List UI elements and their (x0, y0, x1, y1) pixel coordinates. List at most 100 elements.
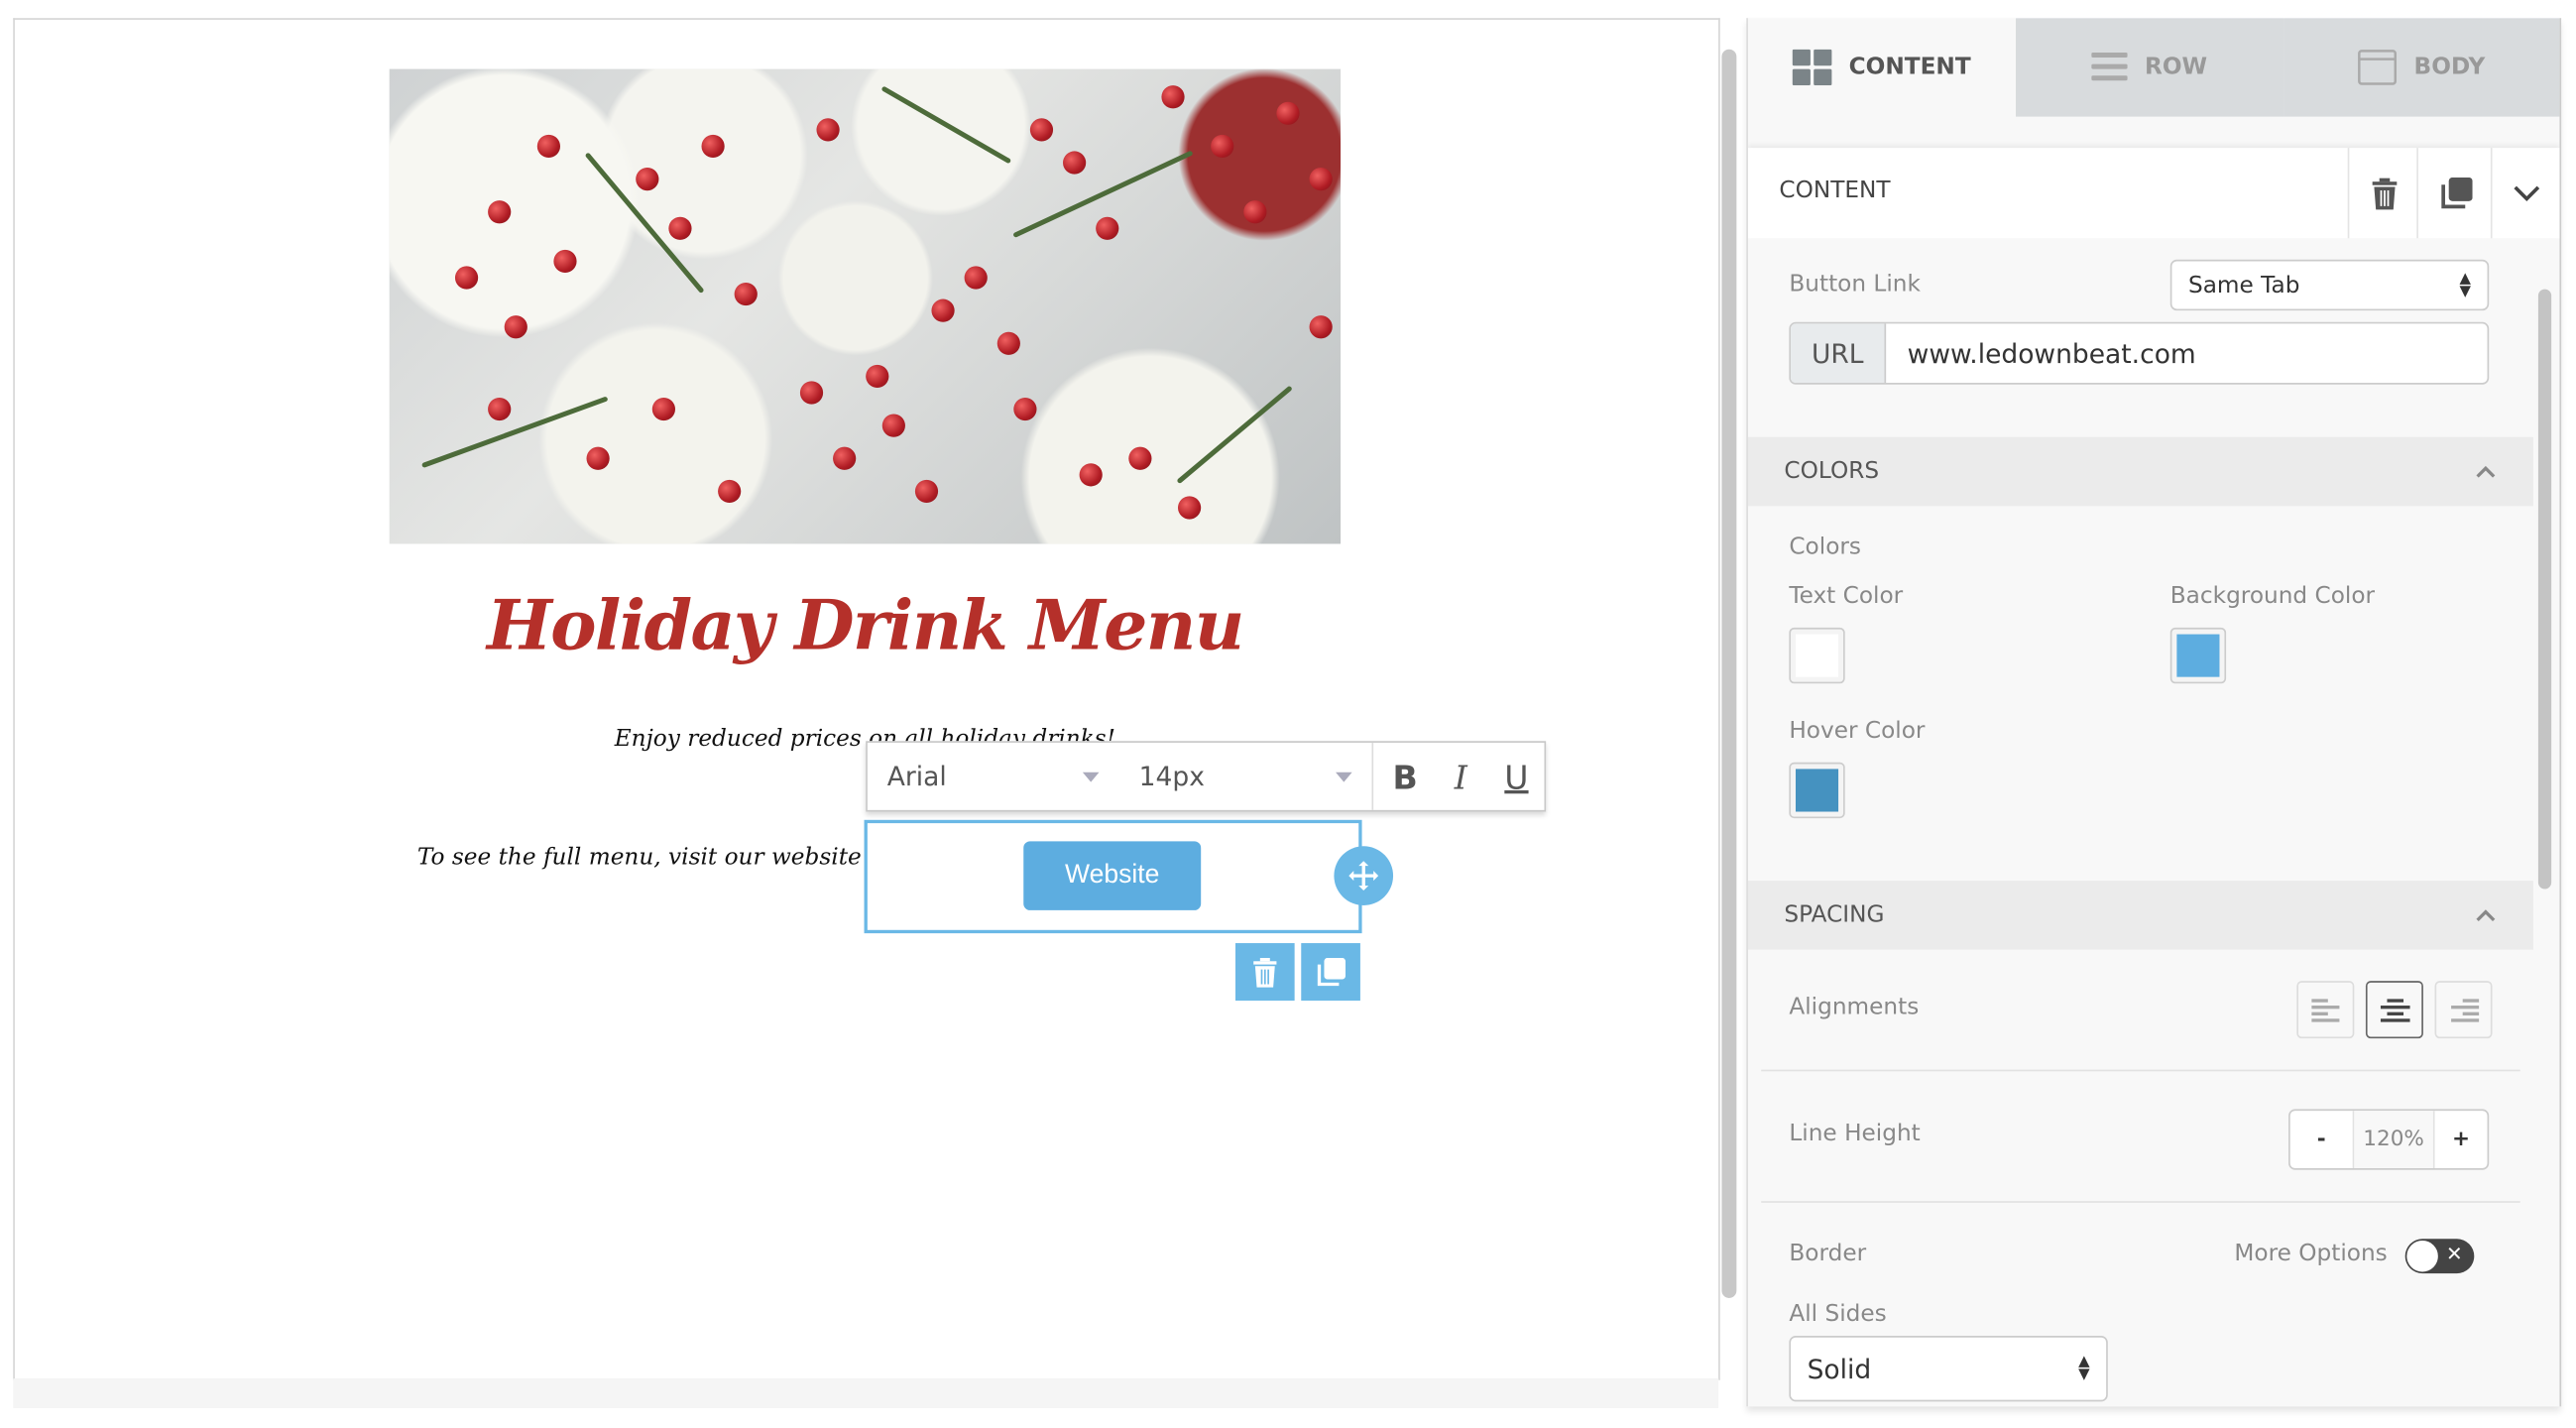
align-center-button[interactable] (2365, 981, 2423, 1039)
website-button[interactable]: Website (1023, 841, 1202, 910)
cranberry (536, 134, 561, 159)
cranberry (454, 266, 479, 290)
grid-icon (1793, 49, 1833, 86)
underline-button[interactable]: U (1488, 757, 1544, 796)
italic-button[interactable]: I (1433, 757, 1488, 796)
rosemary-sprig (880, 85, 1012, 165)
canvas-footer (13, 1378, 1719, 1408)
cranberry (1309, 315, 1333, 339)
align-left-button[interactable] (2296, 981, 2355, 1039)
close-icon: ✕ (2446, 1242, 2463, 1265)
link-target-select[interactable]: Same Tab ▲ ▼ (2169, 259, 2490, 311)
cranberry (799, 381, 824, 405)
cranberry (636, 168, 659, 191)
cranberry (488, 397, 512, 421)
cranberry (1063, 151, 1087, 175)
cranberry (881, 414, 905, 437)
line-height-value[interactable]: 120% (2354, 1111, 2435, 1169)
bold-button[interactable]: B (1377, 757, 1433, 796)
line-height-decrease-button[interactable]: - (2290, 1111, 2355, 1169)
tab-row[interactable]: ROW (2016, 18, 2284, 117)
rosemary-sprig (1176, 385, 1293, 485)
cranberry (1079, 463, 1103, 487)
cranberry (1243, 200, 1267, 224)
duplicate-content-button[interactable] (2416, 148, 2492, 239)
cranberry (816, 118, 840, 142)
text-color-swatch[interactable] (1789, 627, 1845, 684)
copy-icon (2440, 177, 2472, 208)
line-height-stepper: - 120% + (2288, 1109, 2490, 1170)
select-arrows-icon: ▲ ▼ (2459, 270, 2471, 300)
more-options-toggle[interactable]: ✕ (2404, 1239, 2475, 1274)
url-prefix-label: URL (1791, 323, 1887, 384)
drinks-photo[interactable] (389, 68, 1342, 544)
dropdown-arrow-icon (1083, 771, 1100, 781)
align-right-icon (2450, 998, 2479, 1021)
align-left-icon (2310, 998, 2339, 1021)
chevron-down-icon (2514, 184, 2540, 201)
tab-content[interactable]: CONTENT (1747, 18, 2017, 117)
cranberry (1309, 168, 1333, 191)
cranberry (866, 364, 889, 389)
rosemary-sprig (420, 396, 609, 469)
cranberry (718, 479, 742, 504)
copy-icon (1317, 957, 1347, 986)
cranberry (701, 134, 725, 159)
spacing-section-header[interactable]: SPACING (1747, 881, 2533, 950)
background-color-swatch[interactable] (2169, 627, 2227, 684)
align-right-button[interactable] (2434, 981, 2493, 1039)
font-size-select[interactable]: 14px (1119, 742, 1374, 810)
cranberry (1161, 85, 1185, 109)
divider (1761, 1201, 2520, 1203)
cranberry (833, 446, 857, 470)
dropdown-arrow-icon (1336, 771, 1353, 781)
url-input-group: URL www.ledownbeat.com (1789, 321, 2490, 385)
delete-content-button[interactable] (2347, 148, 2418, 239)
cranberry (964, 266, 988, 290)
canvas-scrollbar[interactable] (1721, 49, 1737, 1298)
font-family-select[interactable]: Arial (868, 743, 1119, 810)
window-icon (2358, 50, 2398, 85)
trash-icon (1253, 957, 1277, 987)
block-delete-button[interactable] (1234, 943, 1295, 1002)
cranberry (1211, 134, 1234, 159)
content-header: CONTENT (1747, 148, 2560, 239)
menu-title[interactable]: Holiday Drink Menu (390, 585, 1341, 665)
url-input[interactable]: www.ledownbeat.com (1886, 337, 2196, 368)
chevron-up-icon (2476, 908, 2496, 921)
cranberry (1096, 216, 1119, 240)
cranberry (504, 315, 527, 339)
move-handle-icon[interactable] (1334, 846, 1394, 905)
colors-section-header[interactable]: COLORS (1747, 436, 2533, 507)
cranberry (668, 216, 692, 240)
line-height-increase-button[interactable]: + (2435, 1111, 2488, 1168)
border-style-select[interactable]: Solid ▲ ▼ (1789, 1336, 2108, 1402)
rows-icon (2091, 53, 2129, 81)
chevron-up-icon (2476, 465, 2496, 477)
cranberry (651, 397, 675, 421)
hover-color-swatch[interactable] (1789, 762, 1845, 819)
cranberry (553, 249, 577, 274)
cranberry (914, 479, 939, 504)
cranberry (734, 282, 758, 306)
block-duplicate-button[interactable] (1301, 943, 1360, 1002)
tab-body[interactable]: BODY (2283, 18, 2560, 117)
cranberry (931, 298, 955, 322)
trash-icon (2371, 177, 2397, 209)
collapse-content-button[interactable] (2490, 148, 2560, 239)
divider (1761, 1069, 2520, 1072)
text-format-toolbar: Arial 14px B I U (866, 741, 1547, 812)
cranberry (996, 331, 1020, 355)
cranberry (1128, 446, 1152, 470)
select-arrows-icon: ▲ ▼ (2078, 1354, 2090, 1384)
cranberry (1177, 496, 1202, 520)
website-prompt-text[interactable]: To see the full menu, visit our website … (417, 845, 903, 872)
cranberry (586, 446, 610, 470)
panel-scrollbar[interactable] (2537, 289, 2552, 890)
cranberry (1013, 397, 1037, 421)
cranberry (1276, 101, 1300, 125)
cranberry (488, 200, 512, 224)
properties-panel: CONTENT ROW BODY CONTENT Button Link Sam… (1746, 18, 2562, 1407)
align-center-icon (2380, 998, 2409, 1021)
cranberry (1029, 118, 1054, 142)
